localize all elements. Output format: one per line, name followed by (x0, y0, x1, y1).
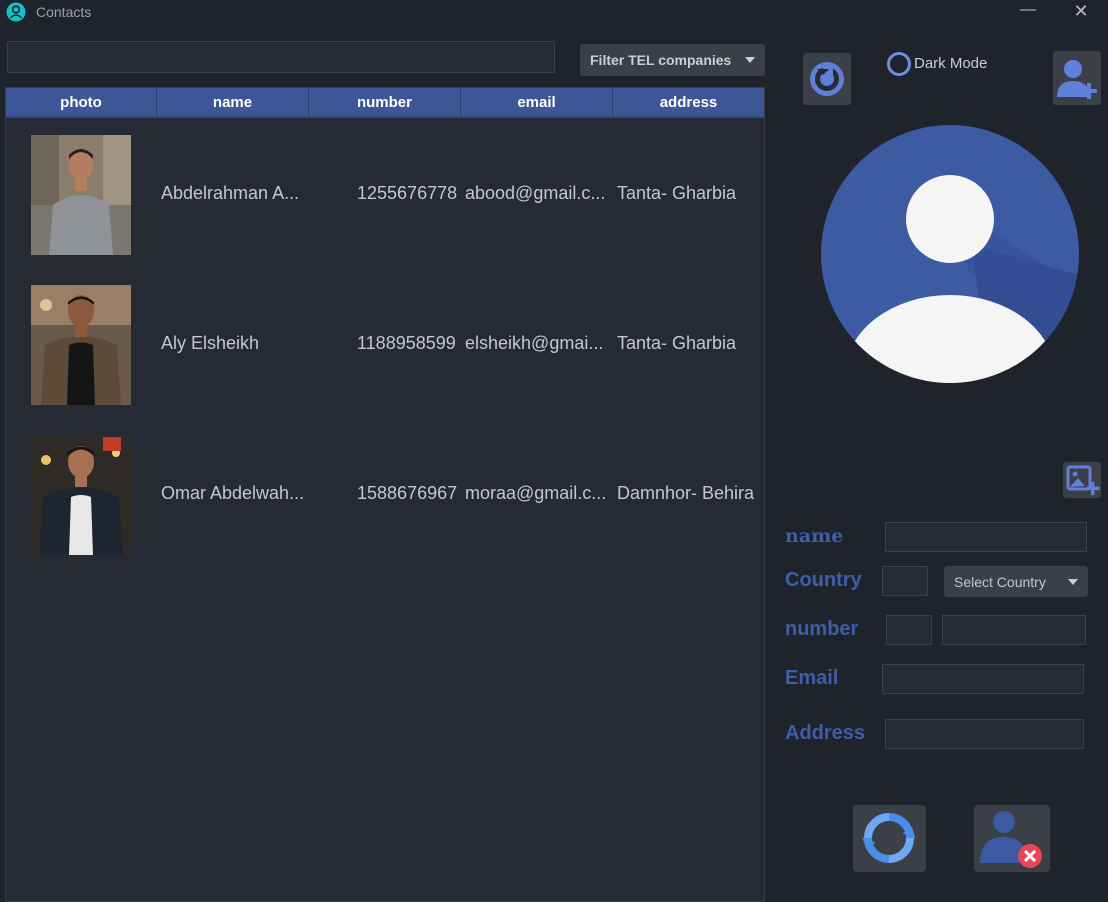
column-header-number[interactable]: number (309, 88, 461, 118)
table-header: photo name number email address (6, 88, 764, 118)
add-image-icon (1066, 465, 1100, 495)
column-header-address[interactable]: address (613, 88, 764, 118)
filter-label: Filter TEL companies (590, 52, 732, 68)
column-header-name[interactable]: name (157, 88, 309, 118)
number-label: number (785, 618, 859, 640)
dark-mode-label: Dark Mode (914, 55, 988, 72)
contact-email: elsheikh@gmai... (465, 333, 604, 353)
contact-number: 1188958599 (357, 333, 456, 353)
close-button[interactable]: ✕ (1072, 2, 1090, 20)
table-row[interactable]: Aly Elsheikh 1188958599 elsheikh@gmai...… (6, 268, 764, 418)
add-contact-icon (1057, 60, 1097, 99)
contact-name: Omar Abdelwah... (161, 483, 305, 503)
contacts-table: photo name number email address Abdelrah… (5, 87, 765, 902)
chevron-down-icon (745, 57, 755, 63)
update-contact-button[interactable] (853, 805, 926, 872)
name-label: name (785, 525, 844, 547)
add-image-button[interactable] (1063, 462, 1101, 498)
contact-name: Aly Elsheikh (161, 333, 260, 353)
sync-icon (862, 813, 916, 863)
column-header-photo[interactable]: photo (6, 88, 157, 118)
radio-circle (887, 52, 911, 76)
delete-contact-button[interactable] (974, 805, 1050, 872)
contact-email: abood@gmail.c... (465, 183, 606, 203)
contacts-app-icon (6, 2, 26, 22)
search-input[interactable] (7, 41, 555, 73)
window-title: Contacts (36, 4, 92, 20)
contact-avatar (821, 125, 1079, 383)
radio-dot (896, 61, 903, 68)
name-field[interactable] (885, 522, 1087, 552)
reload-button[interactable] (803, 53, 851, 105)
number-field[interactable] (942, 615, 1086, 645)
delete-contact-icon (980, 811, 1042, 868)
contact-name: Abdelrahman A... (161, 183, 300, 203)
dark-mode-radio[interactable]: Dark Mode (887, 52, 1007, 76)
contact-number: 1255676778 (357, 183, 458, 203)
country-code-field[interactable] (882, 566, 928, 596)
email-label: Email (785, 667, 839, 689)
address-field[interactable] (885, 719, 1084, 749)
contact-address: Tanta- Gharbia (617, 333, 737, 353)
contact-photo (31, 285, 131, 405)
contact-address: Damnhor- Behira (617, 483, 755, 503)
column-header-email[interactable]: email (461, 88, 613, 118)
select-country-dropdown[interactable]: Select Country (944, 566, 1088, 597)
add-contact-button[interactable] (1053, 51, 1101, 105)
reload-icon (810, 62, 844, 96)
table-row[interactable]: Omar Abdelwah... 1588676967 moraa@gmail.… (6, 418, 764, 568)
title-bar: Contacts — ✕ (0, 0, 1108, 24)
address-label: Address (785, 722, 866, 744)
select-country-label: Select Country (954, 574, 1046, 590)
table-row[interactable]: Abdelrahman A... 1255676778 abood@gmail.… (6, 118, 764, 268)
contact-email: moraa@gmail.c... (465, 483, 607, 503)
contact-address: Tanta- Gharbia (617, 183, 737, 203)
contact-photo (31, 435, 131, 555)
contact-number: 1588676967 (357, 483, 458, 503)
email-field[interactable] (882, 664, 1084, 694)
contact-photo (31, 135, 131, 255)
filter-tel-companies-dropdown[interactable]: Filter TEL companies (580, 44, 765, 76)
country-label: Country (785, 569, 862, 591)
minimize-button[interactable]: — (1020, 2, 1036, 18)
number-prefix-field[interactable] (886, 615, 932, 645)
chevron-down-icon (1068, 579, 1078, 585)
